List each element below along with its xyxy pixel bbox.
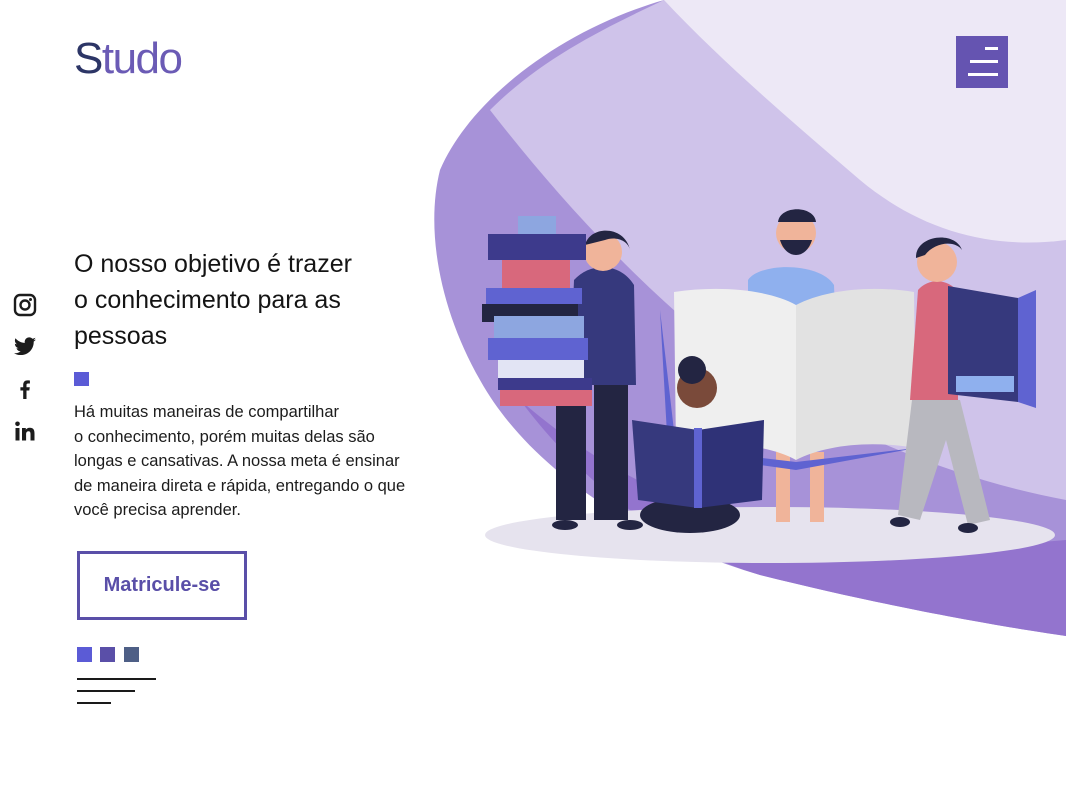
logo-text: tudo xyxy=(101,34,183,83)
hero-background xyxy=(434,0,1066,636)
carousel-dot[interactable] xyxy=(124,647,139,662)
description-line: Há muitas maneiras de compartilhar xyxy=(74,403,340,421)
carousel-dot[interactable] xyxy=(100,647,115,662)
social-links xyxy=(13,293,37,461)
carousel-dot[interactable] xyxy=(77,647,92,662)
description-line: longas e cansativas. A nossa meta é ensi… xyxy=(74,452,400,470)
accent-square xyxy=(74,372,89,386)
headline-line: pessoas xyxy=(74,322,168,350)
menu-button[interactable] xyxy=(956,36,1008,88)
brand-logo[interactable]: Studo xyxy=(74,34,183,84)
facebook-icon[interactable] xyxy=(13,377,37,401)
description-line: o conhecimento, porém muitas delas são xyxy=(74,427,375,446)
linkedin-icon[interactable] xyxy=(13,419,37,443)
logo-letter: S xyxy=(74,34,103,83)
enroll-button[interactable]: Matricule-se xyxy=(77,551,247,620)
headline-line: O nosso objetivo é trazer xyxy=(74,250,352,278)
description-line: você precisa aprender. xyxy=(74,501,241,519)
twitter-icon[interactable] xyxy=(13,335,37,359)
hero-description: Há muitas maneiras de compartilhar o con… xyxy=(74,400,444,523)
description-line: de maneira direta e rápida, entregando o… xyxy=(74,476,406,495)
instagram-icon[interactable] xyxy=(13,293,37,317)
headline-line: o conhecimento para as xyxy=(74,286,341,314)
page-title: O nosso objetivo é trazer o conhecimento… xyxy=(74,246,434,354)
